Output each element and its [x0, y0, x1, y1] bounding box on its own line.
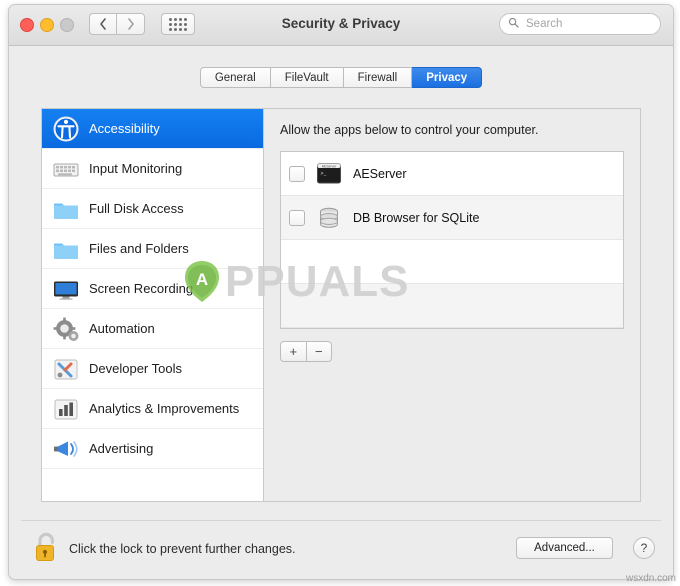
tab-filevault[interactable]: FileVault	[270, 67, 344, 88]
svg-text:>_: >_	[321, 171, 328, 177]
tab-privacy[interactable]: Privacy	[412, 67, 483, 88]
allowed-apps-list[interactable]: AEServer >_ AEServer DB Browser for SQLi…	[280, 151, 624, 329]
remove-app-button[interactable]: −	[306, 341, 332, 362]
svg-text:AEServer: AEServer	[322, 164, 337, 168]
app-checkbox[interactable]	[289, 209, 305, 226]
display-icon	[52, 275, 80, 303]
sidebar-item-label: Screen Recording	[89, 281, 194, 296]
sidebar-item-advertising[interactable]: Advertising	[42, 429, 263, 469]
app-checkbox[interactable]	[289, 165, 305, 182]
megaphone-icon	[52, 435, 80, 463]
list-item[interactable]: AEServer >_ AEServer	[281, 152, 623, 196]
list-item[interactable]: DB Browser for SQLite	[281, 196, 623, 240]
sidebar-item-input-monitoring[interactable]: Input Monitoring	[42, 149, 263, 189]
privacy-content: Accessibility Input Monitoring Full Disk…	[41, 108, 641, 502]
sidebar-item-automation[interactable]: Automation	[42, 309, 263, 349]
add-remove-controls: + −	[280, 341, 332, 362]
sidebar-item-label: Files and Folders	[89, 241, 189, 256]
sidebar-item-label: Full Disk Access	[89, 201, 184, 216]
list-item-empty	[281, 240, 623, 284]
search-icon	[508, 15, 519, 33]
sidebar-item-label: Advertising	[89, 441, 154, 456]
folder-icon	[52, 235, 80, 263]
privacy-detail-pane: Allow the apps below to control your com…	[263, 108, 641, 502]
preferences-window: Security & Privacy General FileVault Fir…	[8, 4, 674, 580]
sidebar-item-accessibility[interactable]: Accessibility	[42, 109, 263, 149]
search-input[interactable]	[524, 17, 652, 31]
sidebar-item-developer-tools[interactable]: Developer Tools	[42, 349, 263, 389]
sidebar-item-analytics-improvements[interactable]: Analytics & Improvements	[42, 389, 263, 429]
database-icon	[316, 205, 342, 231]
tab-bar: General FileVault Firewall Privacy	[9, 67, 673, 88]
footer-divider	[21, 520, 661, 521]
list-item-empty	[281, 284, 623, 328]
lock-hint-text: Click the lock to prevent further change…	[69, 542, 296, 556]
tab-general[interactable]: General	[199, 67, 271, 88]
help-button[interactable]: ?	[633, 537, 655, 559]
app-name: AEServer	[353, 166, 407, 181]
privacy-category-list[interactable]: Accessibility Input Monitoring Full Disk…	[41, 108, 263, 502]
tools-icon	[52, 355, 80, 383]
bar-chart-icon	[52, 395, 80, 423]
sidebar-item-label: Accessibility	[89, 121, 160, 136]
sidebar-item-label: Automation	[89, 321, 155, 336]
sidebar-item-full-disk-access[interactable]: Full Disk Access	[42, 189, 263, 229]
add-app-button[interactable]: +	[280, 341, 307, 362]
search-field[interactable]	[499, 13, 661, 35]
sidebar-item-label: Input Monitoring	[89, 161, 183, 176]
gear-icon	[52, 315, 80, 343]
terminal-icon: AEServer >_	[316, 161, 342, 187]
keyboard-icon	[52, 155, 80, 183]
tab-firewall[interactable]: Firewall	[343, 67, 413, 88]
advanced-button[interactable]: Advanced...	[516, 537, 613, 559]
sidebar-item-files-and-folders[interactable]: Files and Folders	[42, 229, 263, 269]
folder-icon	[52, 195, 80, 223]
sidebar-item-screen-recording[interactable]: Screen Recording	[42, 269, 263, 309]
app-name: DB Browser for SQLite	[353, 210, 480, 225]
pane-description: Allow the apps below to control your com…	[280, 123, 539, 137]
corner-url-label: wsxdn.com	[625, 573, 676, 584]
sidebar-item-label: Analytics & Improvements	[89, 401, 240, 416]
padlock-unlocked-icon[interactable]	[31, 529, 63, 567]
window-titlebar: Security & Privacy	[9, 5, 673, 46]
accessibility-icon	[52, 115, 80, 143]
sidebar-item-label: Developer Tools	[89, 361, 182, 376]
